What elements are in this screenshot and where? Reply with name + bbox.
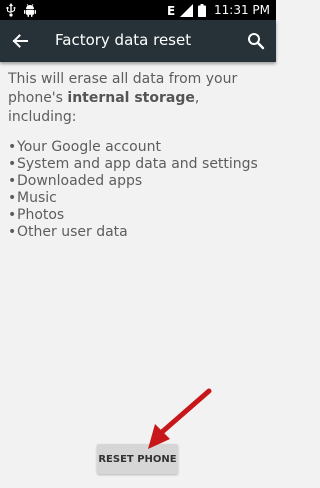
battery-icon bbox=[198, 3, 206, 17]
list-item-label: Photos bbox=[17, 207, 65, 223]
list-item: • System and app data and settings bbox=[8, 156, 270, 173]
list-item: • Your Google account bbox=[8, 139, 270, 156]
notification-icons bbox=[6, 3, 36, 17]
erase-list: • Your Google account • System and app dat… bbox=[8, 139, 270, 241]
list-item: • Music bbox=[8, 190, 270, 207]
bullet: • bbox=[8, 139, 17, 155]
bullet: • bbox=[8, 156, 17, 172]
search-icon[interactable] bbox=[246, 31, 266, 51]
reset-phone-button[interactable]: RESET PHONE bbox=[97, 444, 178, 474]
list-item-label: Other user data bbox=[17, 224, 128, 240]
bullet: • bbox=[8, 190, 17, 206]
system-icons: E 11:31 PM bbox=[167, 3, 270, 17]
list-item-label: System and app data and settings bbox=[17, 156, 258, 172]
bullet: • bbox=[8, 224, 17, 240]
android-icon bbox=[24, 3, 36, 17]
list-item: • Photos bbox=[8, 207, 270, 224]
svg-text:E: E bbox=[167, 4, 175, 16]
usb-icon bbox=[6, 3, 16, 17]
intro-text: This will erase all data from your phone… bbox=[8, 70, 270, 127]
intro-bold: internal storage bbox=[67, 90, 195, 106]
list-item: • Downloaded apps bbox=[8, 173, 270, 190]
list-item-label: Downloaded apps bbox=[17, 173, 143, 189]
reset-description: This will erase all data from your phone… bbox=[8, 70, 270, 241]
app-bar: Factory data reset bbox=[0, 20, 276, 62]
list-item: • Other user data bbox=[8, 224, 270, 241]
status-time: 11:31 PM bbox=[214, 3, 270, 17]
arrow-shaft bbox=[159, 388, 212, 435]
bullet: • bbox=[8, 207, 17, 223]
list-item-label: Music bbox=[17, 190, 57, 206]
signal-icon bbox=[180, 3, 193, 17]
back-arrow-icon[interactable] bbox=[10, 31, 30, 51]
list-item-label: Your Google account bbox=[17, 139, 161, 155]
page-title: Factory data reset bbox=[55, 31, 192, 49]
bullet: • bbox=[8, 173, 17, 189]
status-bar: E 11:31 PM bbox=[0, 0, 276, 20]
lte-icon: E bbox=[167, 4, 175, 16]
